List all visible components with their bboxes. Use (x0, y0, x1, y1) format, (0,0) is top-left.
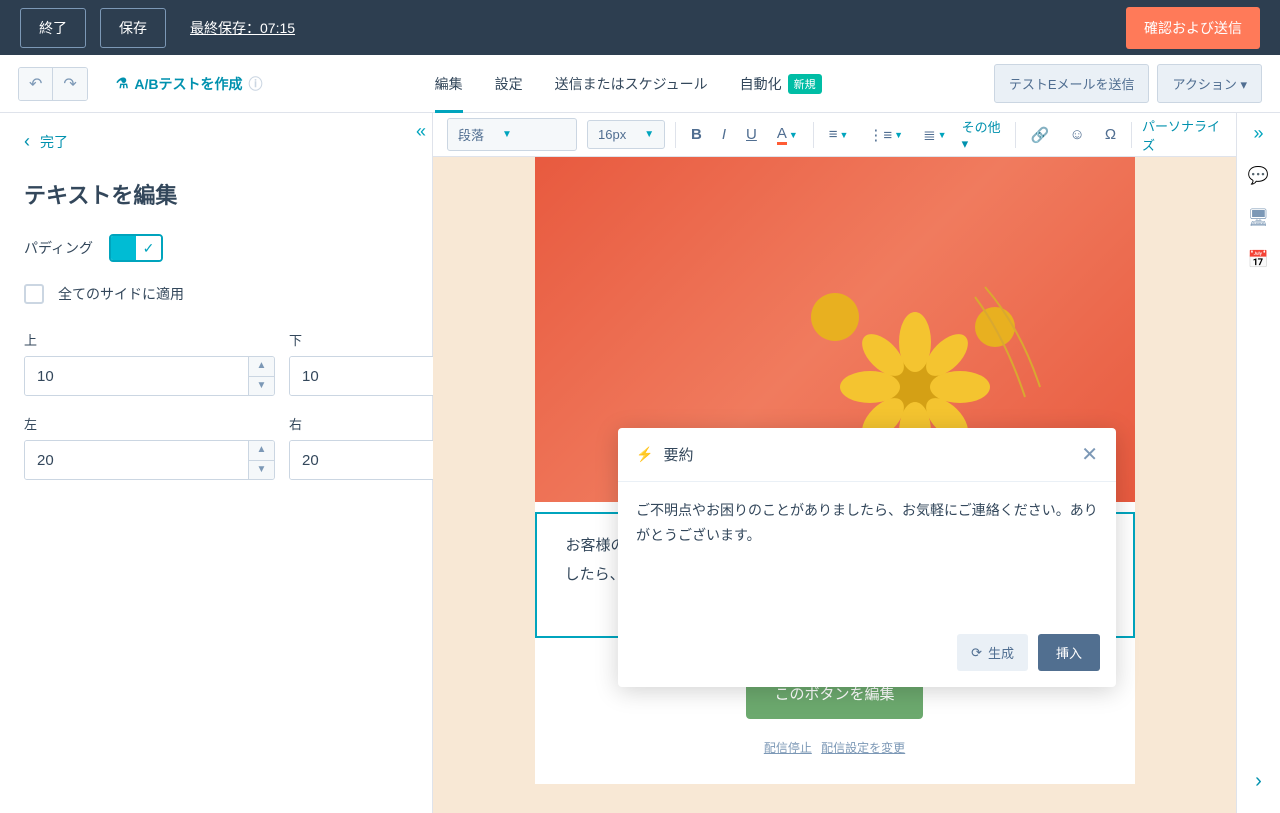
align-button[interactable]: ≡▼ (824, 122, 854, 147)
email-footer: 配信停止 配信設定を変更 (535, 739, 1135, 784)
ab-test-link[interactable]: ⚗ A/Bテストを作成 ⓘ (116, 74, 263, 94)
paragraph-select[interactable]: 段落▼ (447, 118, 577, 151)
save-button[interactable]: 保存 (100, 8, 166, 48)
top-bar: 終了 保存 最終保存：07:15 確認および送信 (0, 0, 1280, 55)
font-size-select[interactable]: 16px▼ (587, 120, 665, 149)
personalize-link[interactable]: パーソナライズ (1142, 116, 1222, 154)
right-rail: » 💬 🖥 📅 › (1236, 113, 1280, 813)
popup-title: 要約 (663, 444, 1081, 465)
chevron-right-icon[interactable]: › (1255, 770, 1262, 793)
bullet-list-button[interactable]: ⋮≡▼ (863, 122, 908, 148)
link-icon[interactable]: 🔗 (1026, 122, 1055, 148)
insert-button[interactable]: 挿入 (1038, 634, 1100, 671)
bolt-icon: ⚡ (636, 446, 653, 463)
tab-settings[interactable]: 設定 (495, 56, 523, 112)
tab-edit[interactable]: 編集 (435, 56, 463, 112)
collapse-panel-icon[interactable]: « (416, 121, 426, 142)
panel-title: テキストを編集 (0, 164, 432, 234)
confirm-send-button[interactable]: 確認および送信 (1126, 7, 1260, 49)
tab-automation[interactable]: 自動化 新規 (740, 56, 822, 112)
padding-top-input[interactable] (25, 357, 248, 395)
apply-all-checkbox[interactable] (24, 284, 44, 304)
ai-summary-popup: ⚡ 要約 ✕ ご不明点やお困りのことがありましたら、お気軽にご連絡ください。あり… (618, 428, 1116, 687)
new-badge: 新規 (788, 74, 822, 94)
side-panel: « ‹ 完了 テキストを編集 パディング ✓ 全てのサイドに適用 上 (0, 113, 433, 813)
padding-left-down[interactable]: ▼ (249, 461, 274, 480)
tab-automation-label: 自動化 (740, 74, 782, 94)
preferences-link[interactable]: 配信設定を変更 (821, 741, 905, 755)
expand-rail-icon[interactable]: » (1253, 123, 1263, 144)
apply-all-label: 全てのサイドに適用 (58, 284, 184, 304)
last-saved-label[interactable]: 最終保存：07:15 (190, 18, 295, 38)
main-tabs: 編集 設定 送信またはスケジュール 自動化 新規 (435, 56, 822, 112)
padding-label: パディング (24, 238, 93, 258)
underline-button[interactable]: U (741, 122, 762, 147)
refresh-icon: ⟳ (971, 645, 982, 661)
popup-body: ご不明点やお困りのことがありましたら、お気軽にご連絡ください。ありがとうございま… (618, 482, 1116, 622)
sub-bar: ↶ ↷ ⚗ A/Bテストを作成 ⓘ 編集 設定 送信またはスケジュール 自動化 … (0, 55, 1280, 113)
unsubscribe-link[interactable]: 配信停止 (764, 741, 812, 755)
italic-button[interactable]: I (717, 122, 731, 147)
padding-toggle[interactable]: ✓ (109, 234, 163, 262)
actions-button[interactable]: アクション ▾ (1157, 64, 1262, 103)
chevron-left-icon: ‹ (24, 131, 30, 152)
padding-top-down[interactable]: ▼ (249, 377, 274, 396)
more-dropdown[interactable]: その他 ▾ (962, 117, 1005, 152)
ab-test-label: A/Bテストを作成 (134, 74, 242, 94)
regenerate-button[interactable]: ⟳生成 (957, 634, 1028, 671)
padding-left-up[interactable]: ▲ (249, 441, 274, 461)
omega-icon[interactable]: Ω (1100, 122, 1121, 147)
padding-left-input[interactable] (25, 441, 248, 479)
emoji-icon[interactable]: ☺ (1065, 122, 1090, 147)
padding-left-label: 左 (24, 414, 275, 433)
numbered-list-button[interactable]: ≣▼ (918, 122, 952, 148)
main-area: « ‹ 完了 テキストを編集 パディング ✓ 全てのサイドに適用 上 (0, 113, 1280, 813)
test-email-button[interactable]: テストEメールを送信 (994, 64, 1150, 103)
padding-top-up[interactable]: ▲ (249, 357, 274, 377)
close-icon[interactable]: ✕ (1081, 442, 1098, 467)
text-color-button[interactable]: A▼ (772, 121, 803, 149)
tab-send[interactable]: 送信またはスケジュール (555, 56, 708, 112)
padding-top-label: 上 (24, 330, 275, 349)
undo-redo-group: ↶ ↷ (18, 67, 88, 101)
check-icon: ✓ (136, 236, 161, 260)
info-icon: ⓘ (249, 74, 263, 94)
exit-button[interactable]: 終了 (20, 8, 86, 48)
redo-button[interactable]: ↷ (53, 68, 86, 100)
undo-button[interactable]: ↶ (19, 68, 53, 100)
flask-icon: ⚗ (116, 75, 129, 92)
device-icon[interactable]: 🖥 (1248, 208, 1270, 228)
calendar-icon[interactable]: 📅 (1248, 250, 1269, 270)
panel-back-label: 完了 (40, 132, 68, 152)
bold-button[interactable]: B (686, 122, 707, 147)
text-toolbar: 段落▼ 16px▼ B I U A▼ ≡▼ ⋮≡▼ ≣▼ その他 ▾ 🔗 ☺ Ω… (433, 113, 1236, 157)
panel-back[interactable]: ‹ 完了 (0, 113, 432, 164)
comment-icon[interactable]: 💬 (1248, 166, 1269, 186)
